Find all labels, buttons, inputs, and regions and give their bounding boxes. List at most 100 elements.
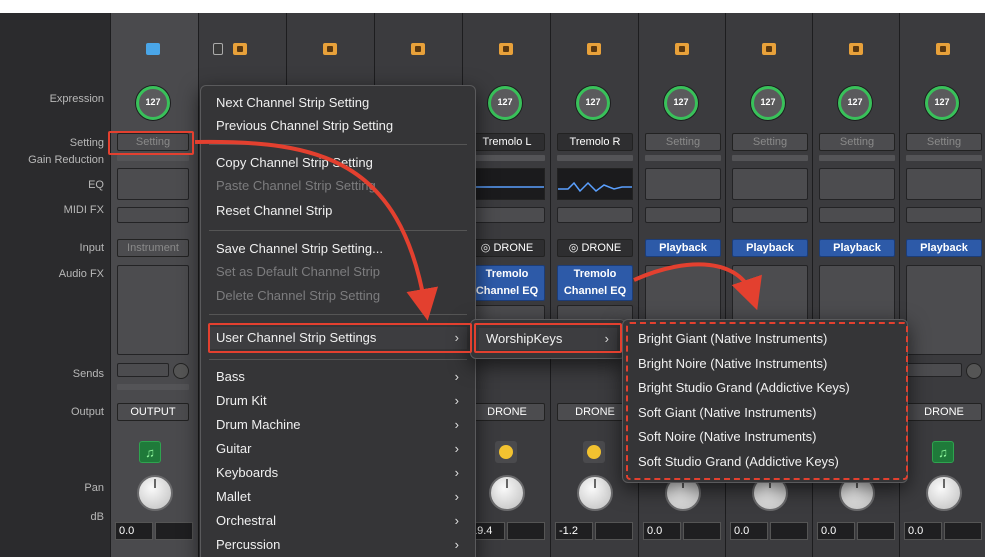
instrument-track-icon [587,43,601,55]
menu-item-drum-machine[interactable]: Drum Machine › [209,414,467,436]
menu-item-mallet[interactable]: Mallet › [209,486,467,508]
setting-button[interactable]: Setting [906,133,982,151]
menu-item-reset-strip[interactable]: Reset Channel Strip [209,200,467,222]
channel-strip-10[interactable]: 127 Setting Playback DRONE ♫ 0.0 [899,13,985,557]
midi-fx-slot[interactable] [819,207,895,223]
eq-graph[interactable] [469,168,545,200]
menu-item-copy-setting[interactable]: Copy Channel Strip Setting [209,152,467,174]
input-slot[interactable]: Instrument [117,239,189,257]
eq-graph[interactable] [557,168,633,200]
expression-knob[interactable]: 127 [488,86,522,120]
midi-fx-label: MIDI FX [63,204,104,216]
input-slot[interactable]: ◎ DRONE [557,239,633,257]
send-slot[interactable] [906,363,962,377]
input-slot[interactable]: ◎ DRONE [469,239,545,257]
menu-item-worshipkeys[interactable]: WorshipKeys › [479,328,617,350]
db-readout: 0.0 [643,522,681,540]
midi-fx-slot[interactable] [117,207,189,223]
output-slot[interactable]: OUTPUT [117,403,189,421]
pan-knob[interactable] [926,475,962,511]
worshipkeys-submenu: Bright Giant (Native Instruments) Bright… [622,319,908,483]
midi-fx-slot[interactable] [469,207,545,223]
channel-strip-1[interactable]: 127 Setting Instrument OUTPUT ♫ 0.0 [110,13,198,557]
menu-separator [209,230,467,231]
audio-fx-slot[interactable]: Tremolo Channel EQ [469,265,545,301]
expression-knob[interactable]: 127 [664,86,698,120]
midi-fx-slot[interactable] [557,207,633,223]
menu-item-keyboards[interactable]: Keyboards › [209,462,467,484]
menu-item-user-settings[interactable]: User Channel Strip Settings › [209,327,467,349]
menu-item-patch[interactable]: Soft Noire (Native Instruments) [631,426,899,448]
midi-fx-slot[interactable] [645,207,721,223]
expression-label: Expression [49,93,104,105]
audio-fx-slot[interactable]: Tremolo Channel EQ [557,265,633,301]
pan-knob[interactable] [577,475,613,511]
menu-item-patch[interactable]: Bright Studio Grand (Addictive Keys) [631,377,899,399]
setting-label: Setting [69,137,104,149]
chevron-right-icon: › [454,441,459,456]
setting-button[interactable]: Tremolo R [557,133,633,151]
peak-readout [155,522,193,540]
setting-button[interactable]: Setting [732,133,808,151]
db-readout: -1.2 [555,522,593,540]
menu-item-drum-kit[interactable]: Drum Kit › [209,390,467,412]
input-slot[interactable]: Playback [645,239,721,257]
send-slot[interactable] [117,363,169,377]
menu-item-percussion[interactable]: Percussion › [209,534,467,556]
send-knob[interactable] [173,363,189,379]
menu-item-save-setting[interactable]: Save Channel Strip Setting... [209,238,467,260]
setting-button[interactable]: Setting [645,133,721,151]
menu-item-paste-setting: Paste Channel Strip Setting [216,178,376,193]
expression-knob[interactable]: 127 [136,86,170,120]
setting-button[interactable]: Setting [117,133,189,151]
menu-item-patch[interactable]: Soft Studio Grand (Addictive Keys) [631,451,899,473]
eq-slot[interactable] [819,168,895,200]
chevron-right-icon: › [454,489,459,504]
instrument-icon[interactable]: ♫ [932,441,954,463]
input-slot[interactable]: Playback [906,239,982,257]
menu-item-guitar[interactable]: Guitar › [209,438,467,460]
menu-item-orchestral[interactable]: Orchestral › [209,510,467,532]
eq-slot[interactable] [645,168,721,200]
input-slot[interactable]: Playback [732,239,808,257]
menu-item-previous-setting[interactable]: Previous Channel Strip Setting [209,115,467,137]
track-status-icon[interactable] [583,441,605,463]
menu-item-patch[interactable]: Bright Giant (Native Instruments) [631,328,899,350]
input-slot[interactable]: Playback [819,239,895,257]
instrument-track-icon [936,43,950,55]
peak-readout [944,522,982,540]
instrument-track-icon [762,43,776,55]
expression-knob[interactable]: 127 [925,86,959,120]
send-knob[interactable] [966,363,982,379]
midi-fx-slot[interactable] [732,207,808,223]
output-slot[interactable]: DRONE [469,403,545,421]
eq-slot[interactable] [732,168,808,200]
menu-separator [209,144,467,145]
expression-knob[interactable]: 127 [751,86,785,120]
pan-knob[interactable] [489,475,525,511]
menu-separator [209,359,467,360]
menu-item-patch[interactable]: Soft Giant (Native Instruments) [631,402,899,424]
expression-knob[interactable]: 127 [838,86,872,120]
chevron-right-icon: › [604,331,609,346]
eq-slot[interactable] [906,168,982,200]
midi-fx-slot[interactable] [906,207,982,223]
setting-button[interactable]: Tremolo L [469,133,545,151]
audio-fx-slot[interactable] [906,265,982,355]
expression-knob[interactable]: 127 [576,86,610,120]
instrument-track-icon [849,43,863,55]
instrument-icon[interactable]: ♫ [139,441,161,463]
eq-slot[interactable] [117,168,189,200]
db-readout: 0.0 [115,522,153,540]
menu-item-next-setting[interactable]: Next Channel Strip Setting [209,92,467,114]
output-slot[interactable]: DRONE [906,403,982,421]
setting-button[interactable]: Setting [819,133,895,151]
folder-icon [146,43,160,55]
menu-item-bass[interactable]: Bass › [209,366,467,388]
audio-fx-slot[interactable] [117,265,189,355]
track-status-icon[interactable] [495,441,517,463]
peak-readout [857,522,895,540]
peak-readout [595,522,633,540]
menu-item-patch[interactable]: Bright Noire (Native Instruments) [631,353,899,375]
pan-knob[interactable] [137,475,173,511]
